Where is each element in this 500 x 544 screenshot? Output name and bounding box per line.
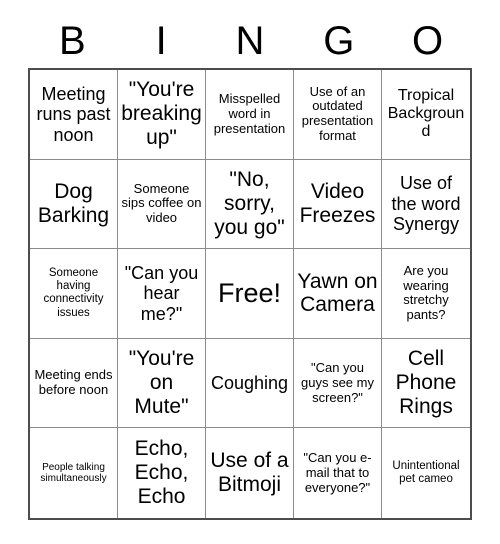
bingo-cell[interactable]: "Can you hear me?" — [118, 249, 206, 339]
bingo-cell-text: Are you wearing stretchy pants? — [403, 262, 449, 323]
bingo-cell-text: Meeting runs past noon — [36, 83, 111, 145]
header-letter-i: I — [155, 19, 167, 63]
bingo-cell-text: "You're on Mute" — [128, 347, 195, 419]
bingo-cell-text: Someone sips coffee on video — [121, 180, 202, 226]
bingo-cell[interactable]: "Can you e-mail that to everyone?" — [294, 428, 382, 518]
bingo-cell-text: "Can you hear me?" — [124, 262, 199, 324]
bingo-cell[interactable]: Meeting runs past noon — [30, 70, 118, 160]
bingo-cell[interactable]: Use of an outdated presentation format — [294, 70, 382, 160]
bingo-cell-text: Echo, Echo, Echo — [134, 437, 189, 509]
bingo-cell[interactable]: Cell Phone Rings — [382, 338, 470, 429]
bingo-cell[interactable]: Someone sips coffee on video — [118, 159, 206, 250]
bingo-cell[interactable]: "You're breaking up" — [118, 70, 206, 160]
header-letter-o: O — [412, 19, 444, 63]
bingo-cell-text: Free! — [217, 278, 282, 309]
bingo-cell[interactable]: Someone having connectivity issues — [30, 249, 118, 339]
bingo-header-row: B I N G O — [28, 16, 472, 66]
bingo-cell[interactable]: "You're on Mute" — [118, 338, 206, 429]
bingo-cell-text: People talking simultaneously — [40, 461, 107, 485]
bingo-cell-text: Unintentional pet cameo — [392, 460, 460, 486]
bingo-cell-text: Misspelled word in presentation — [213, 91, 286, 136]
bingo-cell-text: Video Freezes — [299, 179, 376, 227]
header-letter-g: G — [323, 19, 355, 63]
bingo-grid: Meeting runs past noon "You're breaking u… — [28, 68, 472, 520]
bingo-card: B I N G O Meeting runs past noon "You're … — [0, 0, 500, 544]
bingo-cell[interactable]: Yawn on Camera — [294, 249, 382, 339]
bingo-cell-text: "No, sorry, you go" — [214, 167, 285, 239]
bingo-cell[interactable]: Coughing — [206, 338, 294, 429]
bingo-cell-text: Use of an outdated presentation format — [301, 83, 374, 144]
bingo-cell-text: Use of the word Synergy — [391, 173, 461, 235]
bingo-cell-text: Yawn on Camera — [297, 269, 378, 317]
bingo-cell[interactable]: People talking simultaneously — [30, 428, 118, 518]
bingo-cell-text: Dog Barking — [37, 179, 110, 227]
bingo-cell[interactable]: Video Freezes — [294, 159, 382, 250]
bingo-cell[interactable]: Use of a Bitmoji — [206, 428, 294, 518]
bingo-cell-text: Meeting ends before noon — [34, 367, 113, 398]
bingo-cell[interactable]: Unintentional pet cameo — [382, 428, 470, 518]
bingo-cell[interactable]: Meeting ends before noon — [30, 338, 118, 429]
bingo-cell[interactable]: Use of the word Synergy — [382, 159, 470, 250]
bingo-cell[interactable]: Are you wearing stretchy pants? — [382, 249, 470, 339]
header-letter-b: B — [59, 19, 86, 63]
bingo-cell-text: "Can you e-mail that to everyone?" — [303, 449, 372, 495]
bingo-cell-text: "Can you guys see my screen?" — [301, 359, 374, 405]
bingo-cell[interactable]: Misspelled word in presentation — [206, 70, 294, 160]
bingo-cell-text: Tropical Background — [387, 86, 465, 141]
bingo-cell[interactable]: "Can you guys see my screen?" — [294, 338, 382, 429]
bingo-free-space[interactable]: Free! — [206, 249, 294, 339]
bingo-cell-text: Coughing — [210, 372, 289, 393]
bingo-cell[interactable]: Echo, Echo, Echo — [118, 428, 206, 518]
bingo-cell-text: Cell Phone Rings — [395, 347, 457, 419]
bingo-cell[interactable]: Tropical Background — [382, 70, 470, 160]
bingo-cell-text: Use of a Bitmoji — [210, 449, 289, 497]
bingo-cell[interactable]: Dog Barking — [30, 159, 118, 250]
header-letter-n: N — [235, 19, 265, 63]
bingo-cell[interactable]: "No, sorry, you go" — [206, 159, 294, 250]
bingo-cell-text: "You're breaking up" — [121, 78, 202, 150]
bingo-cell-text: Someone having connectivity issues — [43, 267, 104, 319]
